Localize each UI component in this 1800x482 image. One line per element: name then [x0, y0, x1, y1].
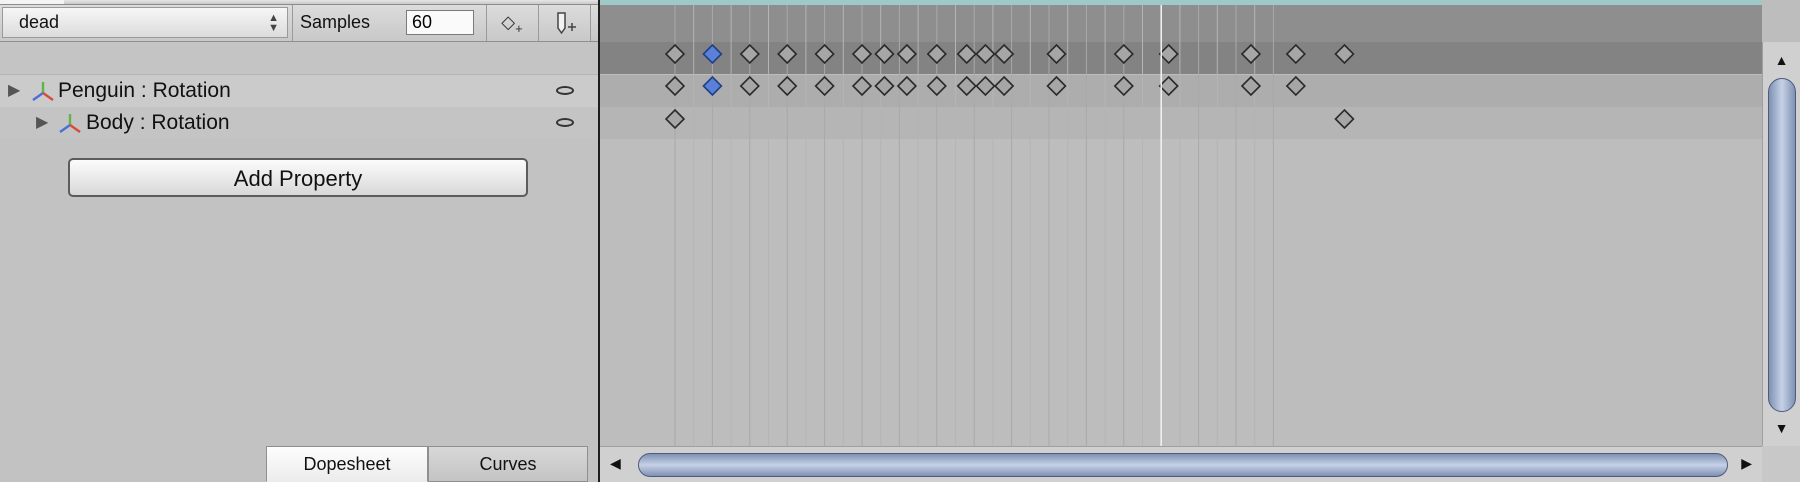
add-property-button[interactable]: Add Property: [68, 158, 528, 197]
animation-window: dead ▲▼ Samples ◇+: [0, 0, 1800, 482]
horizontal-scroll-thumb[interactable]: [638, 453, 1728, 477]
tab-dopesheet[interactable]: Dopesheet: [266, 446, 428, 482]
rotation-axis-icon: [32, 82, 54, 101]
fold-arrow-icon[interactable]: ▶: [36, 107, 48, 139]
property-label: Body : Rotation: [86, 111, 230, 134]
add-keyframe-icon: ◇+: [501, 12, 523, 36]
scrollbar-corner: [1762, 446, 1800, 482]
property-label: Penguin : Rotation: [58, 79, 231, 102]
horizontal-scrollbar[interactable]: ◀ ▶: [600, 446, 1762, 482]
window-tab[interactable]: [0, 0, 64, 4]
dopesheet-timeline[interactable]: ▲ ▼ ◀ ▶: [600, 0, 1800, 482]
vertical-scrollbar[interactable]: ▲ ▼: [1762, 42, 1800, 446]
dropdown-arrows-icon: ▲ ▼: [268, 12, 279, 34]
vertical-scroll-thumb[interactable]: [1768, 78, 1796, 412]
samples-input[interactable]: [406, 10, 474, 35]
add-event-icon: [551, 12, 577, 35]
tab-curves[interactable]: Curves: [428, 446, 588, 482]
clip-dropdown[interactable]: dead ▲ ▼: [2, 7, 288, 38]
add-event-button[interactable]: [542, 7, 586, 38]
eye-icon[interactable]: [556, 86, 574, 95]
scroll-right-icon[interactable]: ▶: [1741, 455, 1752, 472]
eye-icon[interactable]: [556, 118, 574, 127]
property-panel: dead ▲▼ Samples ◇+: [0, 0, 600, 482]
samples-label: Samples: [300, 12, 371, 32]
rotation-axis-icon: [59, 114, 81, 133]
property-row-penguin-rotation[interactable]: ▶ Penguin : Rotation: [0, 75, 598, 107]
toolbar-divider: [590, 5, 591, 41]
property-row-body-rotation[interactable]: ▶ Body : Rotation: [0, 107, 598, 139]
toolbar-divider: [292, 5, 293, 41]
row-bands: [600, 0, 1762, 139]
scroll-left-icon[interactable]: ◀: [610, 455, 621, 472]
toolbar-divider: [538, 5, 539, 41]
summary-row: [0, 42, 598, 75]
scroll-down-icon[interactable]: ▼: [1763, 420, 1800, 436]
toolbar-divider: [486, 5, 487, 41]
timeline-canvas[interactable]: [600, 0, 1762, 446]
add-keyframe-button[interactable]: ◇+: [490, 7, 534, 38]
animation-toolbar: dead ▲▼ Samples ◇+: [0, 5, 598, 42]
clip-name: dead: [19, 12, 60, 32]
scroll-up-icon[interactable]: ▲: [1763, 52, 1800, 68]
fold-arrow-icon[interactable]: ▶: [8, 75, 20, 107]
